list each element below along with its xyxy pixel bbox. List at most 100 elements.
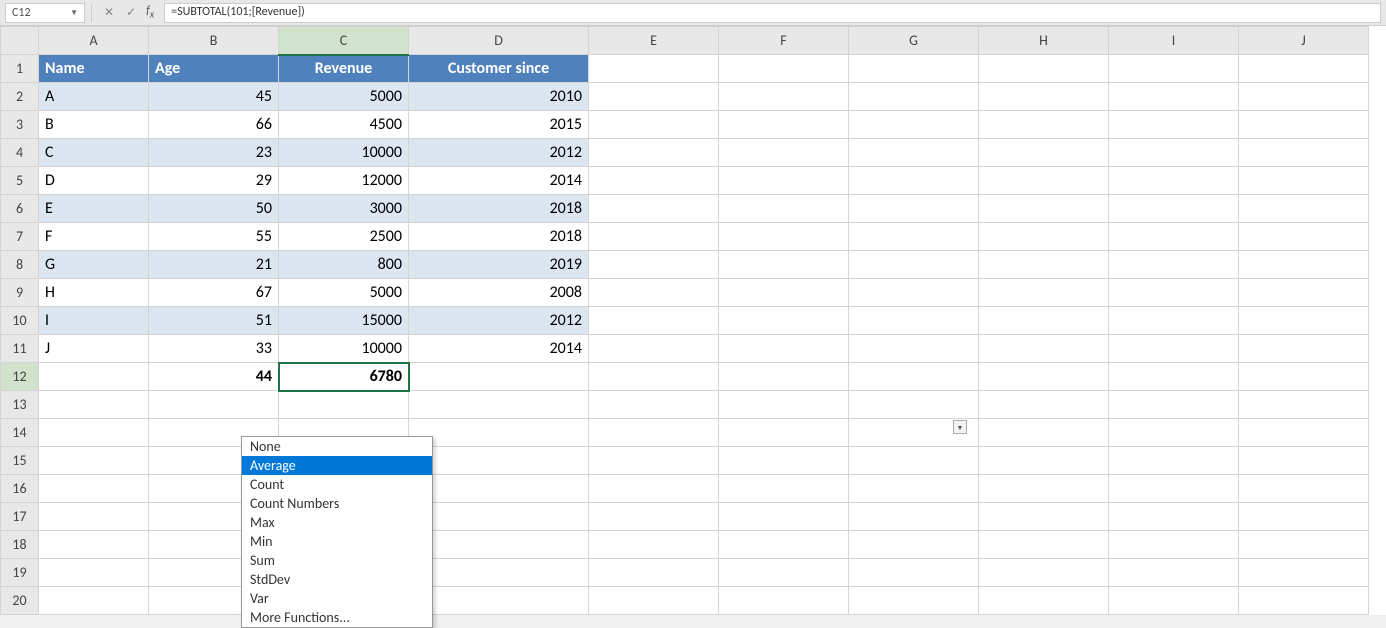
cell[interactable] bbox=[409, 587, 589, 615]
cell[interactable] bbox=[39, 391, 149, 419]
row-header-14[interactable]: 14 bbox=[1, 419, 39, 447]
menu-item-var[interactable]: Var bbox=[242, 589, 432, 608]
cell[interactable] bbox=[589, 111, 719, 139]
cell[interactable] bbox=[589, 587, 719, 615]
cell[interactable] bbox=[39, 587, 149, 615]
cell[interactable]: D bbox=[39, 167, 149, 195]
row-header-15[interactable]: 15 bbox=[1, 447, 39, 475]
row-header-10[interactable]: 10 bbox=[1, 307, 39, 335]
cell[interactable]: F bbox=[39, 223, 149, 251]
cell[interactable] bbox=[719, 447, 849, 475]
cell[interactable] bbox=[409, 391, 589, 419]
cell[interactable] bbox=[589, 447, 719, 475]
cell[interactable]: A bbox=[39, 83, 149, 111]
row-header-11[interactable]: 11 bbox=[1, 335, 39, 363]
cell[interactable] bbox=[719, 111, 849, 139]
cell[interactable]: 3000 bbox=[279, 195, 409, 223]
cell[interactable] bbox=[1109, 335, 1239, 363]
cell[interactable] bbox=[589, 195, 719, 223]
cell[interactable] bbox=[409, 447, 589, 475]
cell[interactable]: 2018 bbox=[409, 223, 589, 251]
row-header-6[interactable]: 6 bbox=[1, 195, 39, 223]
cell[interactable]: 2015 bbox=[409, 111, 589, 139]
cell[interactable] bbox=[39, 447, 149, 475]
cell[interactable] bbox=[1239, 475, 1369, 503]
cell[interactable]: J bbox=[39, 335, 149, 363]
row-header-8[interactable]: 8 bbox=[1, 251, 39, 279]
cell[interactable] bbox=[979, 587, 1109, 615]
cell[interactable]: 2014 bbox=[409, 167, 589, 195]
cell[interactable]: 2500 bbox=[279, 223, 409, 251]
menu-item-sum[interactable]: Sum bbox=[242, 551, 432, 570]
cell[interactable] bbox=[849, 167, 979, 195]
cell[interactable] bbox=[979, 419, 1109, 447]
cell[interactable] bbox=[979, 391, 1109, 419]
cell[interactable]: G bbox=[39, 251, 149, 279]
cell[interactable] bbox=[849, 587, 979, 615]
cell[interactable]: B bbox=[39, 111, 149, 139]
cell[interactable]: 66 bbox=[149, 111, 279, 139]
row-header-1[interactable]: 1 bbox=[1, 55, 39, 83]
cell[interactable] bbox=[719, 251, 849, 279]
cell[interactable] bbox=[589, 279, 719, 307]
cell[interactable] bbox=[1109, 503, 1239, 531]
cell[interactable] bbox=[979, 195, 1109, 223]
cell[interactable] bbox=[1239, 55, 1369, 83]
cell[interactable] bbox=[979, 307, 1109, 335]
row-header-3[interactable]: 3 bbox=[1, 111, 39, 139]
cell[interactable] bbox=[409, 419, 589, 447]
cell[interactable] bbox=[409, 475, 589, 503]
cell[interactable]: 15000 bbox=[279, 307, 409, 335]
cell[interactable] bbox=[39, 475, 149, 503]
menu-item-count[interactable]: Count bbox=[242, 475, 432, 494]
menu-item-count-numbers[interactable]: Count Numbers bbox=[242, 494, 432, 513]
cell[interactable] bbox=[1109, 55, 1239, 83]
menu-item-none[interactable]: None bbox=[242, 437, 432, 456]
cell[interactable] bbox=[589, 83, 719, 111]
cell[interactable]: 21 bbox=[149, 251, 279, 279]
cell[interactable] bbox=[979, 111, 1109, 139]
cell[interactable] bbox=[849, 223, 979, 251]
row-header-16[interactable]: 16 bbox=[1, 475, 39, 503]
cell[interactable] bbox=[849, 111, 979, 139]
col-header-g[interactable]: G bbox=[849, 27, 979, 55]
col-header-b[interactable]: B bbox=[149, 27, 279, 55]
cell[interactable] bbox=[1239, 447, 1369, 475]
selected-cell[interactable]: 6780 bbox=[279, 363, 409, 391]
cell[interactable] bbox=[1109, 195, 1239, 223]
row-header-4[interactable]: 4 bbox=[1, 139, 39, 167]
cell[interactable] bbox=[979, 363, 1109, 391]
cell[interactable] bbox=[1239, 531, 1369, 559]
cell[interactable] bbox=[1239, 251, 1369, 279]
menu-item-min[interactable]: Min bbox=[242, 532, 432, 551]
row-header-7[interactable]: 7 bbox=[1, 223, 39, 251]
cell[interactable]: 2019 bbox=[409, 251, 589, 279]
cell[interactable] bbox=[589, 223, 719, 251]
cell[interactable] bbox=[589, 335, 719, 363]
cell[interactable] bbox=[979, 447, 1109, 475]
cell[interactable]: E bbox=[39, 195, 149, 223]
cell[interactable] bbox=[979, 531, 1109, 559]
cell[interactable]: 2014 bbox=[409, 335, 589, 363]
cell[interactable]: 29 bbox=[149, 167, 279, 195]
cell[interactable] bbox=[719, 279, 849, 307]
menu-item-stddev[interactable]: StdDev bbox=[242, 570, 432, 589]
cell[interactable]: Name bbox=[39, 55, 149, 83]
cell[interactable]: 2012 bbox=[409, 307, 589, 335]
cell[interactable] bbox=[849, 251, 979, 279]
cell[interactable]: Age bbox=[149, 55, 279, 83]
cell[interactable] bbox=[1109, 559, 1239, 587]
cell[interactable] bbox=[719, 83, 849, 111]
cell[interactable] bbox=[979, 279, 1109, 307]
cell[interactable] bbox=[1109, 139, 1239, 167]
cell[interactable] bbox=[849, 307, 979, 335]
cell[interactable] bbox=[589, 391, 719, 419]
cell[interactable]: 44 bbox=[149, 363, 279, 391]
cell[interactable] bbox=[1109, 223, 1239, 251]
cell[interactable] bbox=[849, 279, 979, 307]
cell[interactable] bbox=[979, 559, 1109, 587]
cell[interactable] bbox=[979, 251, 1109, 279]
row-header-2[interactable]: 2 bbox=[1, 83, 39, 111]
col-header-d[interactable]: D bbox=[409, 27, 589, 55]
col-header-c[interactable]: C bbox=[279, 27, 409, 55]
